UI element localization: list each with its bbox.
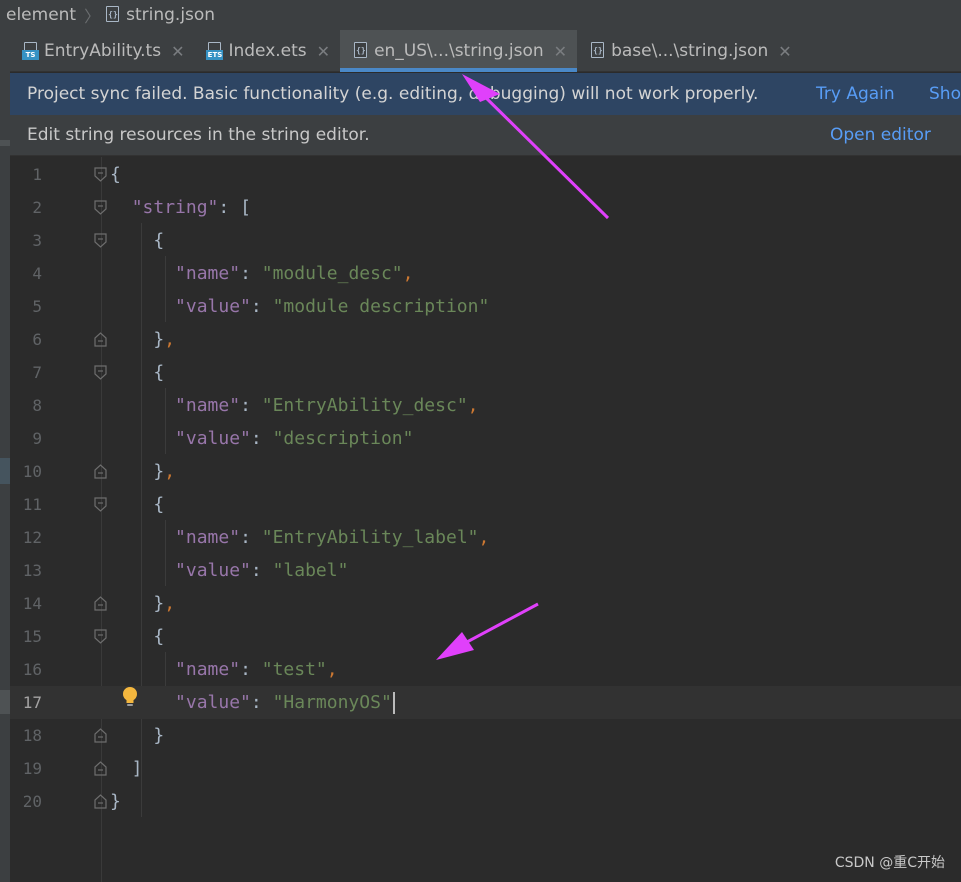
open-editor-link[interactable]: Open editor <box>830 125 931 145</box>
fold-open-icon[interactable] <box>94 497 107 512</box>
breadcrumb-file[interactable]: string.json <box>126 5 215 25</box>
fold-close-icon[interactable] <box>94 332 107 347</box>
text-caret <box>392 692 395 714</box>
close-icon[interactable]: ✕ <box>317 42 330 61</box>
code-line: 11 { <box>22 494 165 515</box>
code-line: 9 "value": "description" <box>32 428 414 449</box>
code-line: 15 { <box>22 626 165 647</box>
code-line: 6 }, <box>32 329 176 350</box>
code-line: 12 "name": "EntryAbility_label", <box>22 527 490 548</box>
fold-open-icon[interactable] <box>94 233 107 248</box>
string-editor-banner: Edit string resources in the string edit… <box>10 115 961 156</box>
code-line-current: 17 "value": "HarmonyOS" <box>10 686 961 719</box>
code-line: 1{ <box>32 164 121 185</box>
code-line: 20} <box>22 791 121 812</box>
code-line: 16 "name": "test", <box>22 659 338 680</box>
tab-label: base\...\string.json <box>611 41 769 61</box>
tab-en-us-string-json[interactable]: {} en_US\...\string.json ✕ <box>340 30 578 72</box>
tab-label: Index.ets <box>228 41 307 61</box>
watermark: CSDN @重C开始 <box>834 855 945 871</box>
breadcrumb-separator: 〉 <box>84 7 101 26</box>
ts-file-icon: TS <box>22 42 39 60</box>
json-file-icon: {} <box>106 6 121 24</box>
fold-close-icon[interactable] <box>94 761 107 776</box>
close-icon[interactable]: ✕ <box>171 42 184 61</box>
tab-label: EntryAbility.ts <box>44 41 162 61</box>
fold-close-icon[interactable] <box>94 728 107 743</box>
fold-close-icon[interactable] <box>94 596 107 611</box>
breadcrumb: element 〉 {} string.json <box>0 0 961 30</box>
sync-failed-banner: Project sync failed. Basic functionality… <box>10 73 961 115</box>
tab-label: en_US\...\string.json <box>374 41 544 61</box>
fold-close-icon[interactable] <box>94 794 107 809</box>
tab-index-ets[interactable]: ETS Index.ets ✕ <box>194 30 340 72</box>
left-tool-strip <box>0 30 10 882</box>
try-again-link[interactable]: Try Again <box>816 84 895 104</box>
close-icon[interactable]: ✕ <box>554 42 567 61</box>
json-file-icon: {} <box>591 42 606 60</box>
breadcrumb-folder[interactable]: element <box>6 5 76 25</box>
sync-failed-message: Project sync failed. Basic functionality… <box>27 84 759 104</box>
fold-open-icon[interactable] <box>94 167 107 182</box>
code-editor[interactable]: 1{ 2 "string": [ 3 { 4 "name": "module_d… <box>10 157 961 882</box>
code-line: 19 ] <box>22 758 143 779</box>
show-log-link[interactable]: Sho <box>929 84 961 104</box>
code-line: 13 "value": "label" <box>22 560 349 581</box>
fold-open-icon[interactable] <box>94 365 107 380</box>
code-line: 2 "string": [ <box>32 197 251 218</box>
fold-open-icon[interactable] <box>94 629 107 644</box>
tab-base-string-json[interactable]: {} base\...\string.json ✕ <box>577 30 802 72</box>
code-line: 8 "name": "EntryAbility_desc", <box>32 395 479 416</box>
code-line: 14 }, <box>22 593 176 614</box>
code-line: 5 "value": "module description" <box>32 296 490 317</box>
ets-file-icon: ETS <box>206 42 224 60</box>
code-line: 18 } <box>22 725 165 746</box>
code-line: 7 { <box>32 362 165 383</box>
json-file-icon: {} <box>354 42 369 60</box>
code-line: 10 }, <box>22 461 176 482</box>
string-editor-message: Edit string resources in the string edit… <box>27 125 370 145</box>
fold-close-icon[interactable] <box>94 464 107 479</box>
lightbulb-icon[interactable] <box>121 686 139 708</box>
close-icon[interactable]: ✕ <box>778 42 791 61</box>
editor-tab-bar: TS EntryAbility.ts ✕ ETS Index.ets ✕ {} … <box>10 30 961 72</box>
fold-open-icon[interactable] <box>94 200 107 215</box>
tab-entryability-ts[interactable]: TS EntryAbility.ts ✕ <box>10 30 194 72</box>
code-line: 4 "name": "module_desc", <box>32 263 414 284</box>
code-line: 3 { <box>32 230 165 251</box>
